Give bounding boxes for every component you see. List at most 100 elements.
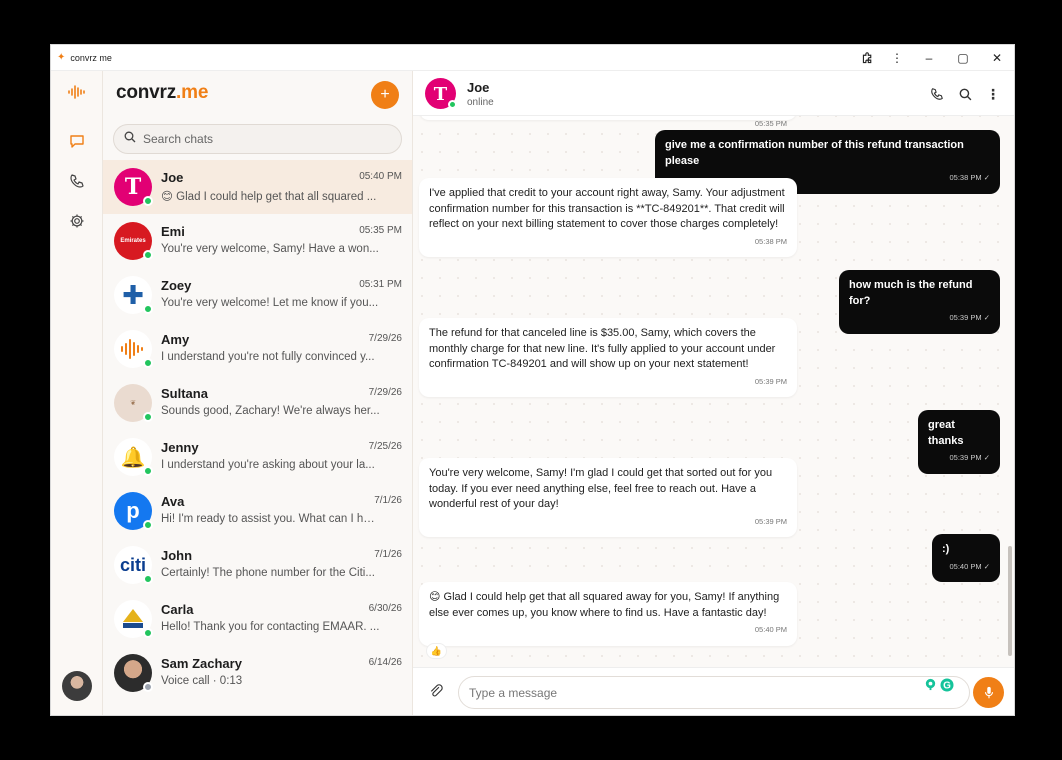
message-outgoing: great thanks 05:39 PM ✓: [918, 410, 1000, 474]
app-window: ✦ convrz me ⋮ – ▢ ✕ convrz.me + Search c…: [50, 44, 1015, 716]
chat-time: 6/30/26: [368, 603, 402, 614]
more-options-icon[interactable]: ⋮: [984, 85, 1002, 103]
online-status-dot: [143, 304, 153, 314]
chat-name: John: [161, 548, 193, 563]
chat-time: 7/29/26: [368, 387, 402, 398]
chat-preview: Certainly! The phone number for the Citi…: [161, 567, 375, 579]
chat-name: Zoey: [161, 278, 192, 293]
chat-name: Carla: [161, 602, 194, 617]
extensions-icon[interactable]: [852, 45, 882, 71]
chat-time: 7/29/26: [368, 333, 402, 344]
chat-preview: 😊 Glad I could help get that all squared…: [161, 191, 377, 203]
calls-nav-icon[interactable]: [51, 173, 103, 189]
offline-status-dot: [143, 682, 153, 692]
message-incoming: I've applied that credit to your account…: [419, 178, 797, 257]
chat-time: 05:35 PM: [359, 225, 402, 236]
message-composer: G: [413, 667, 1014, 715]
app-icon: ✦: [57, 52, 66, 63]
chat-item-amy[interactable]: Amy 7/29/26 I understand you're not full…: [103, 322, 412, 376]
conversation-header: T Joe online ⋮: [413, 71, 1014, 116]
search-icon[interactable]: [956, 85, 974, 103]
brand-logo: convrz.me: [116, 82, 209, 103]
window-title: convrz me: [70, 52, 112, 63]
chat-preview: Hello! Thank you for contacting EMAAR. .…: [161, 621, 380, 633]
message-incoming-partial: 05:35 PM: [419, 116, 797, 128]
contact-name: Joe: [467, 80, 490, 95]
online-status-dot: [143, 574, 153, 584]
online-status-dot: [143, 628, 153, 638]
contact-status: online: [467, 97, 494, 108]
chat-preview: You're very welcome, Samy! Have a won...: [161, 243, 379, 255]
chat-name: Sam Zachary: [161, 656, 242, 671]
online-status-dot: [143, 466, 153, 476]
online-status-dot: [143, 520, 153, 530]
chat-preview: I understand you're not fully convinced …: [161, 351, 375, 363]
chat-item-john[interactable]: citi John 7/1/26 Certainly! The phone nu…: [103, 538, 412, 592]
chat-name: Joe: [161, 170, 184, 185]
chat-name: Emi: [161, 224, 185, 239]
online-status-dot: [143, 196, 153, 206]
chat-preview: Sounds good, Zachary! We're always her..…: [161, 405, 380, 417]
chat-item-sam-zachary[interactable]: Sam Zachary 6/14/26 Voice call · 0:13: [103, 646, 412, 700]
settings-gear-icon[interactable]: [51, 213, 103, 229]
search-box[interactable]: [113, 124, 402, 154]
new-chat-button[interactable]: +: [371, 81, 399, 109]
svg-text:G: G: [943, 681, 951, 692]
reaction-badge[interactable]: 👍: [426, 643, 447, 659]
waveform-logo-icon: [51, 85, 103, 99]
chat-list: T Joe 05:40 PM 😊 Glad I could help get t…: [103, 160, 412, 700]
maximize-button[interactable]: ▢: [946, 45, 980, 71]
chat-time: 05:31 PM: [359, 279, 402, 290]
chat-time: 7/1/26: [374, 549, 402, 560]
chat-item-jenny[interactable]: 🔔 Jenny 7/25/26 I understand you're aski…: [103, 430, 412, 484]
microphone-icon: [984, 686, 993, 698]
svg-text:T: T: [434, 84, 448, 105]
message-incoming: The refund for that canceled line is $35…: [419, 318, 797, 397]
user-avatar[interactable]: [62, 671, 92, 701]
chat-item-carla[interactable]: Carla 6/30/26 Hello! Thank you for conta…: [103, 592, 412, 646]
online-status-dot: [448, 100, 457, 109]
chat-preview: Hi! I'm ready to assist you. What can I …: [161, 513, 381, 525]
chat-time: 6/14/26: [368, 657, 402, 668]
more-vert-icon[interactable]: ⋮: [882, 45, 912, 71]
online-status-dot: [143, 250, 153, 260]
message-list: 05:35 PM give me a confirmation number o…: [413, 116, 1014, 667]
minimize-button[interactable]: –: [912, 45, 946, 71]
conversation-panel: T Joe online ⋮ 05:35 PM give me a confir…: [413, 71, 1014, 715]
chat-name: Jenny: [161, 440, 199, 455]
online-status-dot: [143, 358, 153, 368]
chat-item-sultana[interactable]: ❦ Sultana 7/29/26 Sounds good, Zachary! …: [103, 376, 412, 430]
search-input[interactable]: [143, 132, 383, 146]
nav-rail: [51, 71, 103, 715]
chat-name: Amy: [161, 332, 190, 347]
message-incoming: You're very welcome, Samy! I'm glad I co…: [419, 458, 797, 537]
chats-nav-icon[interactable]: [51, 133, 103, 149]
grammar-assist-icon[interactable]: [924, 678, 937, 697]
microphone-button[interactable]: [973, 677, 1004, 708]
chat-preview: You're very welcome! Let me know if you.…: [161, 297, 379, 309]
message-incoming: 😊 Glad I could help get that all squared…: [419, 582, 797, 646]
chat-item-emi[interactable]: Emirates Emi 05:35 PM You're very welcom…: [103, 214, 412, 268]
search-icon: [124, 130, 136, 148]
chat-preview: I understand you're asking about your la…: [161, 459, 375, 471]
chat-name: Sultana: [161, 386, 208, 401]
chat-list-panel: convrz.me + T Joe 05:40 PM 😊 Glad I coul…: [103, 71, 413, 715]
title-bar: ✦ convrz me ⋮ – ▢ ✕: [51, 45, 1014, 71]
chat-preview: Voice call · 0:13: [161, 675, 243, 687]
chat-name: Ava: [161, 494, 185, 509]
message-outgoing: how much is the refund for? 05:39 PM ✓: [839, 270, 1000, 334]
chat-item-ava[interactable]: p Ava 7/1/26 Hi! I'm ready to assist you…: [103, 484, 412, 538]
grammarly-icon[interactable]: G: [940, 678, 954, 697]
chat-time: 05:40 PM: [359, 171, 402, 182]
message-input[interactable]: [458, 676, 970, 709]
message-outgoing: :) 05:40 PM ✓: [932, 534, 1000, 582]
scrollbar-thumb[interactable]: [1008, 546, 1012, 656]
phone-call-icon[interactable]: [928, 85, 946, 103]
close-button[interactable]: ✕: [980, 45, 1014, 71]
chat-time: 7/1/26: [374, 495, 402, 506]
chat-time: 7/25/26: [368, 441, 402, 452]
online-status-dot: [143, 412, 153, 422]
chat-item-zoey[interactable]: ✚ Zoey 05:31 PM You're very welcome! Let…: [103, 268, 412, 322]
chat-item-joe[interactable]: T Joe 05:40 PM 😊 Glad I could help get t…: [103, 160, 412, 214]
paperclip-icon[interactable]: [429, 684, 443, 703]
